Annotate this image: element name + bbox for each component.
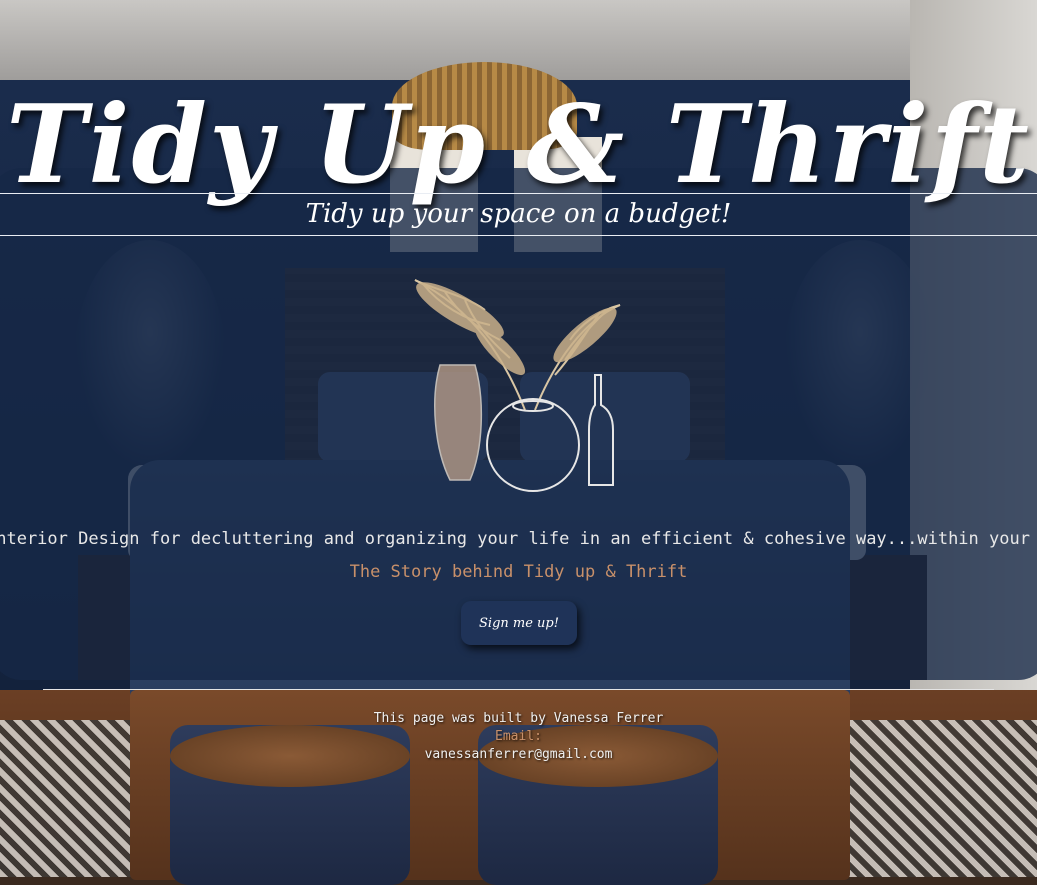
sign-up-button[interactable]: Sign me up! [461,601,577,645]
pampas-vases-logo-icon [414,279,621,492]
footer: This page was built by Vanessa Ferrer Em… [0,710,1037,764]
story-link[interactable]: The Story behind Tidy up & Thrift [0,559,1037,585]
tagline: Tidy up your space on a budget! [0,193,1037,236]
built-by-text: This page was built by Vanessa Ferrer [373,711,664,726]
footer-divider [43,689,994,690]
email-address[interactable]: vanessanferrer@gmail.com [0,746,1037,764]
mission-statement: Interior Design for decluttering and org… [0,529,1037,549]
email-label: Email: [495,729,542,744]
